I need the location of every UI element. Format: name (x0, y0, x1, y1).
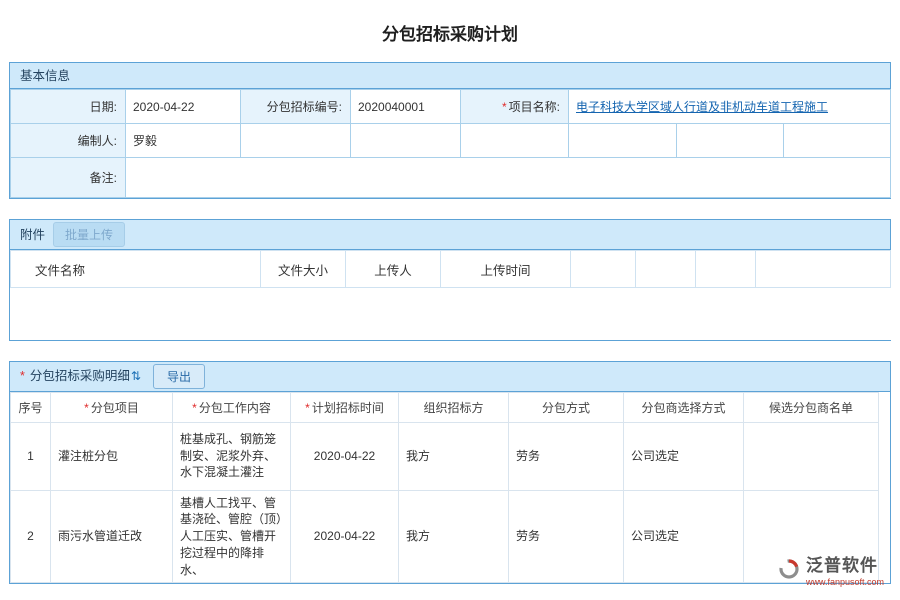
required-mark: * (502, 100, 507, 114)
detail-title: 分包招标采购明细 (30, 361, 130, 391)
col-sub-project: *分包项目 (51, 392, 173, 422)
col-organizer: 组织招标方 (399, 392, 509, 422)
col-plan-time-label: 计划招标时间 (312, 401, 384, 415)
page-title: 分包招标采购计划 (0, 0, 900, 62)
col-file-size: 文件大小 (261, 251, 346, 288)
col-candidates: 候选分包商名单 (744, 392, 879, 422)
cell-method: 劳务 (509, 490, 624, 583)
cell-selection: 公司选定 (624, 422, 744, 490)
detail-header: * 分包招标采购明细 ⇅ 导出 (10, 362, 890, 392)
col-seq: 序号 (11, 392, 51, 422)
remark-value (126, 158, 891, 198)
project-name-label: *项目名称: (461, 90, 569, 124)
col-candidates-label: 候选分包商名单 (769, 401, 853, 415)
table-row[interactable]: 2 雨污水管道迁改 基槽人工找平、管基浇砼、管腔（顶）人工压实、管槽开挖过程中的… (11, 490, 879, 583)
empty-cell (241, 124, 351, 158)
col-selection-label: 分包商选择方式 (641, 401, 725, 415)
fanpu-logo-icon (777, 557, 801, 581)
date-label: 日期: (11, 90, 126, 124)
basic-info-header: 基本信息 (10, 63, 890, 89)
cell-work-content: 桩基成孔、钢筋笼制安、泥浆外弃、水下混凝土灌注 (173, 422, 291, 490)
detail-table: 序号 *分包项目 *分包工作内容 *计划招标时间 组织招标方 分包方式 分包商选… (10, 392, 879, 584)
attachments-header-row: 文件名称 文件大小 上传人 上传时间 (11, 251, 891, 288)
col-work-content-label: 分包工作内容 (199, 401, 271, 415)
attachment-header-empty (571, 251, 636, 288)
col-selection: 分包商选择方式 (624, 392, 744, 422)
detail-header-row: 序号 *分包项目 *分包工作内容 *计划招标时间 组织招标方 分包方式 分包商选… (11, 392, 879, 422)
bid-no-label: 分包招标编号: (241, 90, 351, 124)
attachment-header-empty (636, 251, 696, 288)
detail-table-wrap: 序号 *分包项目 *分包工作内容 *计划招标时间 组织招标方 分包方式 分包商选… (10, 392, 890, 584)
empty-cell (569, 124, 677, 158)
col-work-content: *分包工作内容 (173, 392, 291, 422)
cell-method: 劳务 (509, 422, 624, 490)
required-mark: * (192, 401, 197, 415)
empty-cell (351, 124, 461, 158)
empty-cell (461, 124, 569, 158)
cell-candidates (744, 422, 879, 490)
project-name-label-text: 项目名称: (509, 100, 560, 114)
batch-upload-button[interactable]: 批量上传 (53, 222, 125, 247)
attachments-section: 附件 批量上传 文件名称 文件大小 上传人 上传时间 (9, 219, 891, 341)
sort-icon[interactable]: ⇅ (131, 361, 141, 391)
col-organizer-label: 组织招标方 (423, 401, 483, 415)
empty-cell (677, 124, 784, 158)
basic-info-row-2: 编制人: 罗毅 (11, 124, 891, 158)
required-mark: * (84, 401, 89, 415)
table-row[interactable]: 1 灌注桩分包 桩基成孔、钢筋笼制安、泥浆外弃、水下混凝土灌注 2020-04-… (11, 422, 879, 490)
basic-info-table: 日期: 2020-04-22 分包招标编号: 2020040001 *项目名称:… (10, 89, 891, 198)
empty-cell (784, 124, 891, 158)
col-uploader: 上传人 (346, 251, 441, 288)
attachment-header-empty (756, 251, 891, 288)
cell-work-content: 基槽人工找平、管基浇砼、管腔（顶）人工压实、管槽开挖过程中的降排水、 (173, 490, 291, 583)
attachments-title: 附件 (20, 220, 45, 250)
basic-info-title: 基本信息 (20, 63, 70, 89)
remark-label: 备注: (11, 158, 126, 198)
cell-plan-time: 2020-04-22 (291, 490, 399, 583)
fanpu-logo-texts: 泛普软件 www.fanpusoft.com (806, 557, 884, 588)
basic-info-row-3: 备注: (11, 158, 891, 198)
cell-seq: 1 (11, 422, 51, 490)
logo-name: 泛普软件 (806, 557, 884, 576)
project-name-link[interactable]: 电子科技大学区域人行道及非机动车道工程施工 (576, 100, 828, 114)
col-seq-label: 序号 (18, 401, 42, 415)
col-method: 分包方式 (509, 392, 624, 422)
cell-plan-time: 2020-04-22 (291, 422, 399, 490)
col-plan-time: *计划招标时间 (291, 392, 399, 422)
attachment-header-empty (696, 251, 756, 288)
date-value: 2020-04-22 (126, 90, 241, 124)
attachments-table: 文件名称 文件大小 上传人 上传时间 (10, 250, 891, 340)
cell-organizer: 我方 (399, 490, 509, 583)
detail-section: * 分包招标采购明细 ⇅ 导出 序号 *分包项目 *分包工作内容 *计划招标时间 (9, 361, 891, 585)
basic-info-section: 基本信息 日期: 2020-04-22 分包招标编号: 2020040001 *… (9, 62, 891, 199)
cell-sub-project: 灌注桩分包 (51, 422, 173, 490)
fanpu-logo: 泛普软件 www.fanpusoft.com (777, 557, 884, 588)
col-file-name: 文件名称 (11, 251, 261, 288)
cell-selection: 公司选定 (624, 490, 744, 583)
cell-sub-project: 雨污水管道迁改 (51, 490, 173, 583)
col-method-label: 分包方式 (542, 401, 590, 415)
page: 分包招标采购计划 基本信息 日期: 2020-04-22 分包招标编号: 202… (0, 0, 900, 584)
logo-url: www.fanpusoft.com (806, 578, 884, 588)
col-sub-project-label: 分包项目 (91, 401, 139, 415)
attachments-header: 附件 批量上传 (10, 220, 890, 250)
basic-info-row-1: 日期: 2020-04-22 分包招标编号: 2020040001 *项目名称:… (11, 90, 891, 124)
col-upload-time: 上传时间 (441, 251, 571, 288)
attachments-empty-row (11, 288, 891, 340)
bid-no-value: 2020040001 (351, 90, 461, 124)
required-mark: * (20, 361, 25, 391)
attachments-empty-area (11, 288, 891, 340)
cell-organizer: 我方 (399, 422, 509, 490)
project-name-cell: 电子科技大学区域人行道及非机动车道工程施工 (569, 90, 891, 124)
required-mark: * (305, 401, 310, 415)
author-label: 编制人: (11, 124, 126, 158)
export-button[interactable]: 导出 (153, 364, 205, 389)
author-value: 罗毅 (126, 124, 241, 158)
cell-seq: 2 (11, 490, 51, 583)
detail-title-wrap: * 分包招标采购明细 ⇅ (20, 361, 141, 391)
